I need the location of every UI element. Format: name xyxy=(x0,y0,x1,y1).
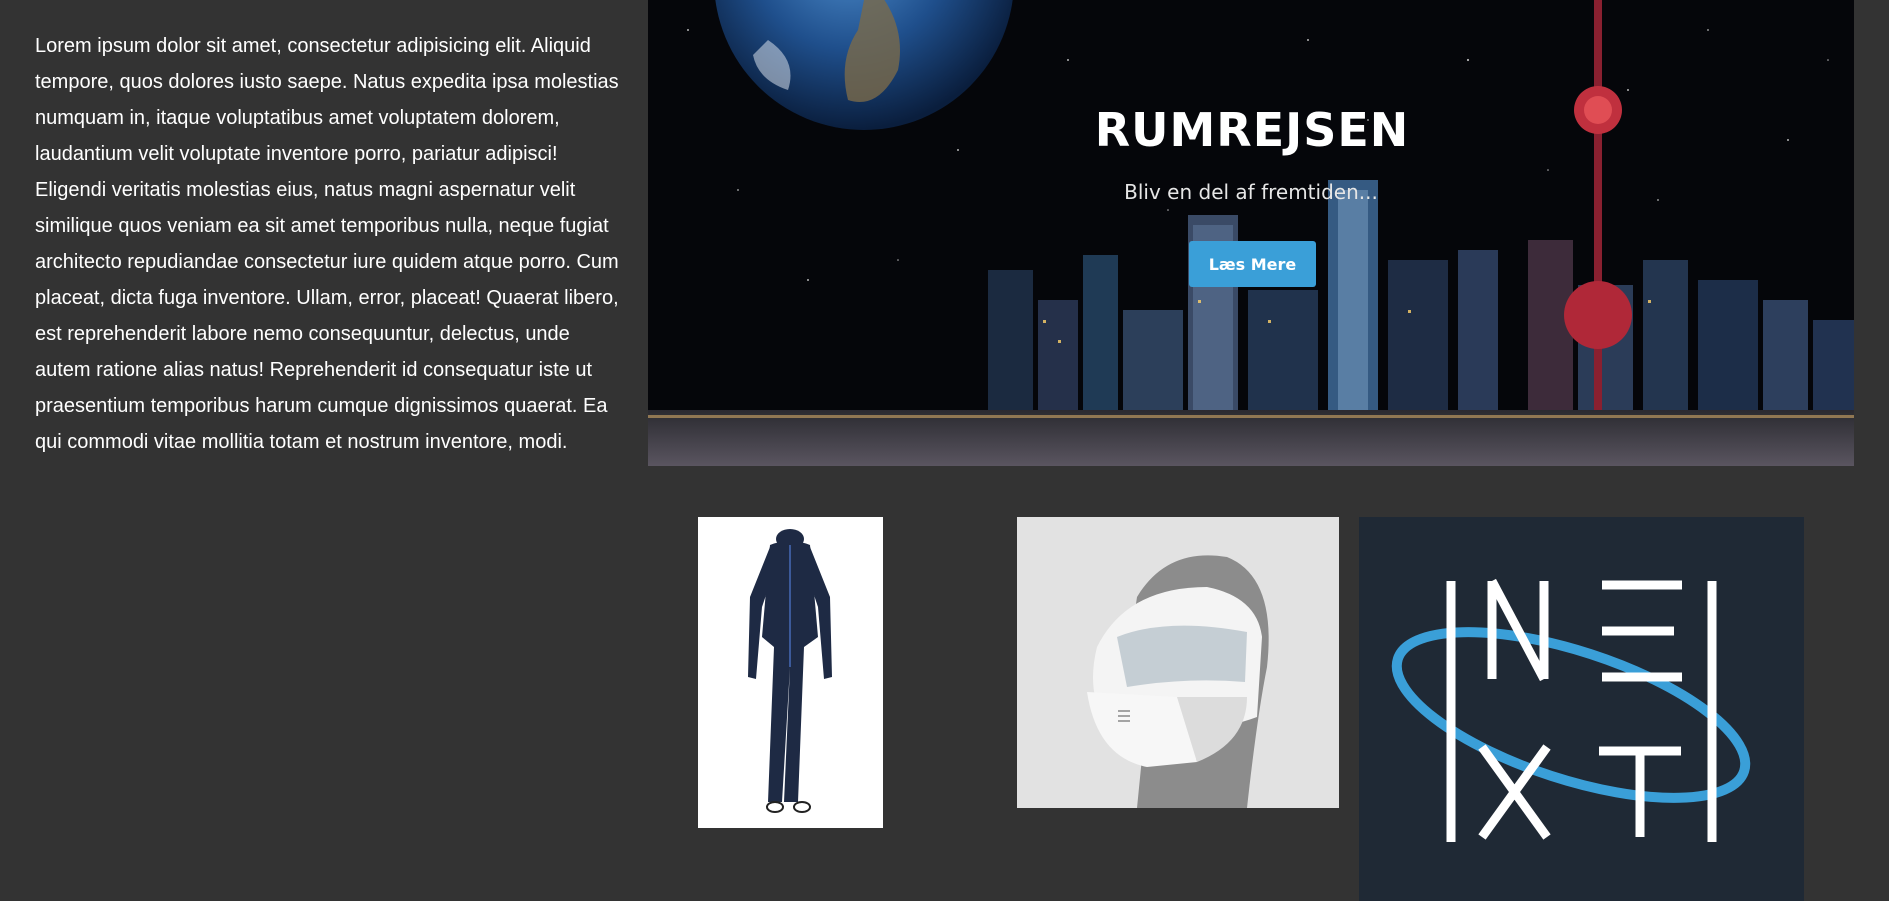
hero-banner: RUMREJSEN Bliv en del af fremtiden... Læ… xyxy=(648,0,1854,466)
intro-paragraph: Lorem ipsum dolor sit amet, consectetur … xyxy=(35,35,619,453)
read-more-button[interactable]: Læs Mere xyxy=(1189,241,1316,287)
space-suit-product-image[interactable] xyxy=(698,517,883,828)
next-logo-product-image[interactable] xyxy=(1359,517,1804,901)
space-city-background-image xyxy=(648,0,1854,466)
hero-subtitle: Bliv en del af fremtiden... xyxy=(1124,180,1378,204)
space-suit-image xyxy=(698,517,883,828)
space-helmet-product-image[interactable] xyxy=(1017,517,1339,808)
space-helmet-mask-image xyxy=(1017,517,1339,808)
hero-title: RUMREJSEN xyxy=(1094,103,1410,157)
next-logo-image xyxy=(1359,517,1804,901)
